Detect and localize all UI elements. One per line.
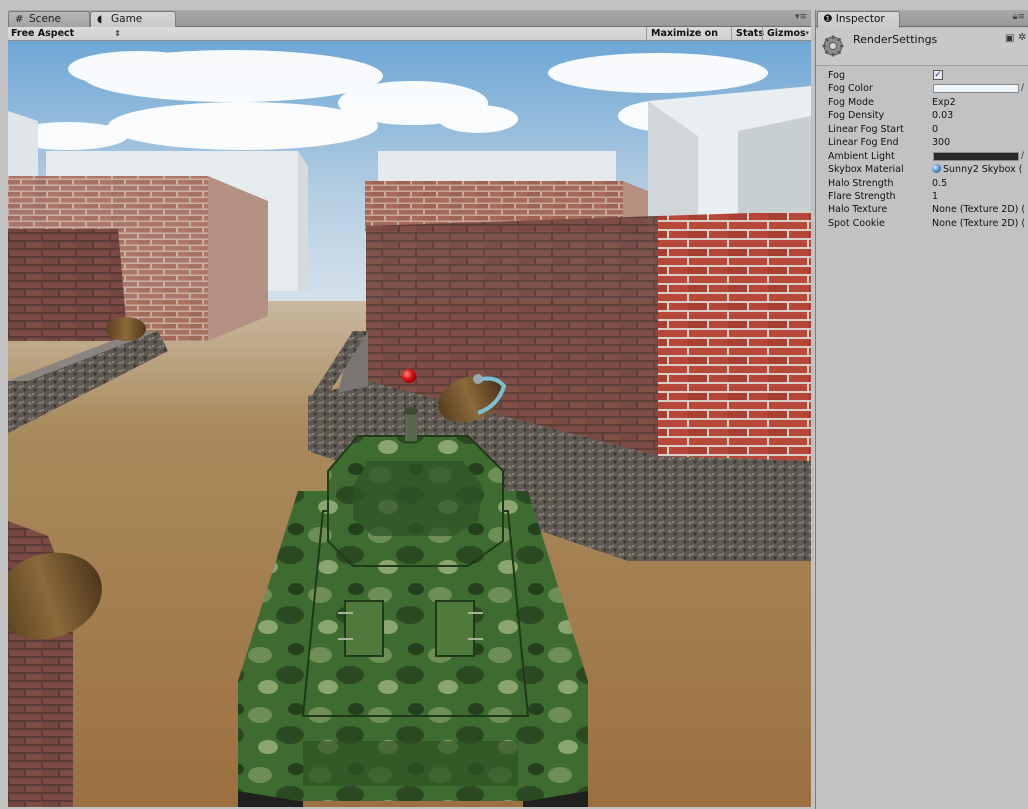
prop-linear-fog-end: Linear Fog End 300 [816, 136, 1028, 149]
prop-fog: Fog ✓ [816, 69, 1028, 82]
game-panel: # Scene ◖ Game ▾≡ Free Aspect ⇕ Maximize o… [8, 10, 811, 807]
inspector-title: RenderSettings [853, 33, 938, 46]
gizmos-label: Gizmos [767, 28, 806, 39]
gear-icon [822, 35, 844, 57]
prop-label: Skybox Material [828, 164, 904, 176]
prop-label: Halo Strength [828, 177, 894, 189]
prop-halo-strength: Halo Strength 0.5 [816, 177, 1028, 190]
tab-scene[interactable]: # Scene [8, 11, 90, 27]
info-icon: ❶ [823, 13, 833, 25]
halo-strength-field[interactable]: 0.5 [932, 177, 1028, 190]
stats-button[interactable]: Stats [731, 27, 764, 41]
eyedropper-icon[interactable]: ∕ [1021, 150, 1024, 163]
linear-fog-end-field[interactable]: 300 [932, 136, 1028, 149]
aspect-dropdown[interactable]: Free Aspect ⇕ [11, 27, 121, 41]
prop-linear-fog-start: Linear Fog Start 0 [816, 123, 1028, 136]
scene-grid-icon: # [15, 14, 24, 25]
spot-cookie-field[interactable]: None (Texture 2D) ( [932, 217, 1028, 230]
inspector-tab-label: Inspector [835, 13, 885, 25]
prop-fog-density: Fog Density 0.03 [816, 109, 1028, 122]
view-tabbar: # Scene ◖ Game ▾≡ [8, 10, 811, 28]
prop-spot-cookie: Spot Cookie None (Texture 2D) ( [816, 217, 1028, 230]
halo-texture-field[interactable]: None (Texture 2D) ( [932, 203, 1028, 216]
material-sphere-icon [932, 164, 941, 174]
inspector-panel: ❶ Inspector 🔒︎≡ RenderSettings ▣ ✲ Fog ✓… [815, 10, 1028, 809]
tab-game-label: Game [111, 13, 143, 25]
dropdown-arrows-icon: ⇕ [114, 29, 121, 38]
prop-label: Ambient Light [828, 150, 895, 162]
game-toolbar: Free Aspect ⇕ Maximize on Play Stats Giz… [8, 27, 811, 52]
prop-fog-mode: Fog Mode Exp2 [816, 96, 1028, 109]
prop-label: Linear Fog Start [828, 123, 904, 135]
tab-menu-icon[interactable]: ▾≡ [795, 12, 807, 22]
eyedropper-icon[interactable]: ∕ [1021, 82, 1024, 95]
skybox-material-value: Sunny2 Skybox ( [943, 164, 1023, 176]
prop-label: Fog [828, 70, 845, 81]
inspector-tabbar: ❶ Inspector 🔒︎≡ [816, 10, 1028, 28]
chevron-down-icon: ▾ [805, 29, 809, 37]
fog-mode-dropdown[interactable]: Exp2 [932, 96, 1028, 109]
prop-halo-texture: Halo Texture None (Texture 2D) ( [816, 203, 1028, 216]
prop-flare-strength: Flare Strength 1 [816, 190, 1028, 203]
inspector-header: RenderSettings ▣ ✲ [816, 28, 1028, 66]
prop-skybox-material: Skybox Material Sunny2 Skybox ( [816, 163, 1028, 176]
prop-label: Flare Strength [828, 190, 896, 202]
flare-strength-field[interactable]: 1 [932, 190, 1028, 203]
prop-label: Spot Cookie [828, 217, 885, 229]
skybox-material-field[interactable]: Sunny2 Skybox ( [932, 163, 1028, 176]
game-render [8, 41, 811, 807]
aspect-label: Free Aspect [11, 28, 75, 39]
prop-label: Fog Mode [828, 96, 874, 108]
fog-checkbox[interactable]: ✓ [933, 70, 943, 80]
tab-scene-label: Scene [29, 13, 62, 25]
unity-editor: # Scene ◖ Game ▾≡ Free Aspect ⇕ Maximize o… [0, 0, 1028, 809]
game-pacman-icon: ◖ [97, 14, 103, 25]
fog-density-field[interactable]: 0.03 [932, 109, 1028, 122]
prop-label: Fog Color [828, 83, 873, 95]
gizmos-button[interactable]: Gizmos ▾ [762, 27, 811, 41]
settings-cog-icon[interactable]: ✲ [1018, 32, 1026, 43]
game-viewport[interactable] [8, 41, 811, 807]
prop-ambient-light: Ambient Light ∕ [816, 150, 1028, 163]
prop-label: Halo Texture [828, 204, 888, 216]
maximize-on-play-button[interactable]: Maximize on Play [646, 27, 731, 52]
lock-icon[interactable]: 🔒︎≡ [1013, 12, 1025, 22]
prop-fog-color: Fog Color ∕ [816, 82, 1028, 95]
ambient-light-swatch[interactable] [933, 151, 1019, 161]
help-book-icon[interactable]: ▣ [1005, 33, 1014, 44]
fog-color-swatch[interactable] [933, 84, 1019, 94]
linear-fog-start-field[interactable]: 0 [932, 123, 1028, 136]
tab-game[interactable]: ◖ Game [90, 11, 176, 28]
tab-inspector[interactable]: ❶ Inspector [817, 11, 900, 28]
render-settings-properties: Fog ✓ Fog Color ∕ Fog Mode Exp2 Fog Dens… [816, 69, 1028, 230]
prop-label: Fog Density [828, 110, 885, 122]
prop-label: Linear Fog End [828, 137, 899, 149]
